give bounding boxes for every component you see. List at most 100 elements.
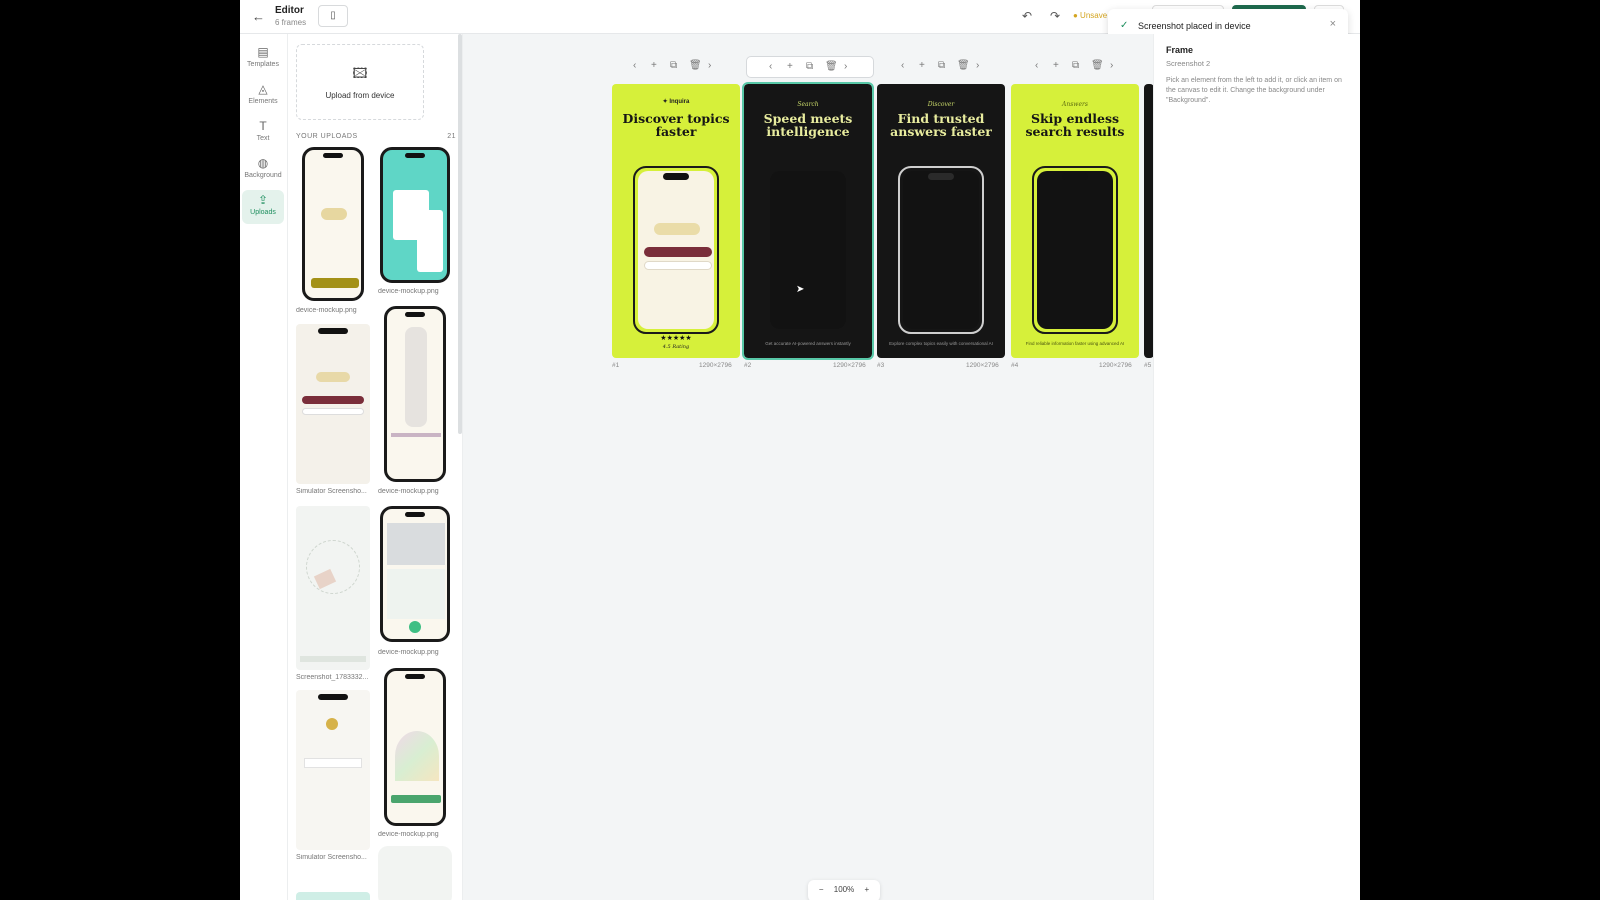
upload-thumbnail[interactable]	[378, 506, 452, 644]
frame-size: 1290×2796	[966, 362, 999, 369]
redo-icon[interactable]: ↷	[1050, 9, 1060, 23]
frame-toolbar: ‹ + ⧉ 🗑 ›	[1035, 56, 1125, 78]
zoom-value: 100%	[833, 885, 855, 894]
upload-thumbnail[interactable]	[378, 668, 452, 828]
frame-size: 1290×2796	[1099, 362, 1132, 369]
upload-label: Upload from device	[325, 91, 395, 100]
device-mockup[interactable]	[765, 166, 851, 334]
frame-headline[interactable]: Discover topics faster	[620, 112, 732, 138]
upload-caption: Simulator Screensho...	[296, 488, 367, 495]
upload-thumbnail[interactable]	[296, 690, 370, 850]
frame-kicker: Answers	[1062, 101, 1088, 108]
device-screen	[770, 171, 846, 329]
upload-thumbnail[interactable]	[296, 324, 370, 484]
frame-number: #4	[1011, 362, 1019, 369]
frame-headline[interactable]: Find trusted answers faster	[885, 112, 997, 138]
upload-from-device-button[interactable]: 🖾 Upload from device	[296, 44, 424, 120]
trash-icon[interactable]: 🗑	[957, 60, 970, 71]
frame-caption: Get accurate AI-powered answers instantl…	[765, 341, 851, 346]
plus-icon[interactable]: +	[1053, 60, 1059, 71]
frame-kicker: Discover	[927, 101, 955, 108]
chevron-right-icon[interactable]: ›	[976, 60, 979, 71]
frame-toolbar: ‹ + ⧉ 🗑 ›	[633, 56, 723, 78]
upload-caption: device-mockup.png	[378, 488, 439, 495]
duplicate-icon[interactable]: ⧉	[1072, 60, 1079, 71]
duplicate-icon[interactable]: ⧉	[938, 60, 945, 71]
upload-caption: Simulator Screensho...	[296, 854, 367, 861]
canvas[interactable]: ‹ + ⧉ 🗑 › ‹ + ⧉ 🗑 › ‹ + ⧉ 🗑 › ‹ + ⧉ 🗑 ›	[463, 34, 1154, 900]
zoom-out-icon[interactable]: −	[819, 885, 824, 894]
uploads-section-title: YOUR UPLOADS	[296, 133, 358, 140]
editor-app: ← Editor 6 frames ▯ ↶ ↷ ● Unsave ✓ Scree…	[240, 0, 1360, 900]
upload-icon: ⇪	[257, 193, 269, 207]
frame-caption: Find reliable information faster using a…	[1025, 341, 1125, 346]
trash-icon[interactable]: 🗑	[1091, 60, 1104, 71]
duplicate-icon[interactable]: ⧉	[806, 61, 813, 72]
rail-item-text[interactable]: T Text	[242, 116, 284, 150]
trash-icon[interactable]: 🗑	[825, 61, 838, 72]
templates-icon: ▤	[257, 45, 269, 59]
zoom-control[interactable]: − 100% +	[808, 880, 880, 900]
frame-2[interactable]: Search Speed meets intelligence Get accu…	[742, 82, 874, 360]
uploads-panel: 🖾 Upload from device YOUR UPLOADS 21 dev…	[288, 34, 463, 900]
device-mockup[interactable]	[898, 166, 984, 334]
rail-item-label: Text	[256, 135, 270, 142]
dynamic-island	[928, 173, 954, 180]
frame-count: 6 frames	[275, 18, 307, 27]
frame-number: #1	[612, 362, 620, 369]
plus-icon[interactable]: +	[651, 60, 657, 71]
frame-3[interactable]: Discover Find trusted answers faster Exp…	[877, 84, 1005, 358]
back-arrow-icon[interactable]: ←	[252, 9, 265, 24]
chevron-right-icon[interactable]: ›	[708, 60, 711, 71]
upload-thumbnail[interactable]	[296, 147, 370, 303]
upload-thumbnail[interactable]	[296, 892, 370, 900]
close-icon[interactable]: ×	[1330, 18, 1336, 30]
frame-caption: Explore complex topics easily with conve…	[889, 341, 993, 346]
rail-item-background[interactable]: ◍ Background	[242, 153, 284, 187]
frame-number: #3	[877, 362, 885, 369]
chevron-right-icon[interactable]: ›	[1110, 60, 1113, 71]
toast-message: Screenshot placed in device	[1138, 21, 1251, 31]
star-rating: ★★★★★	[660, 335, 692, 342]
toggle-sidebar-button[interactable]: ▯	[318, 5, 348, 27]
brand-logo: ✦ Inquira	[662, 99, 690, 105]
properties-help-text: Pick an element from the left to add it,…	[1166, 77, 1342, 104]
chevron-left-icon[interactable]: ‹	[1035, 60, 1038, 71]
frame-size: 1290×2796	[699, 362, 732, 369]
rail-item-label: Templates	[247, 61, 279, 68]
device-mockup[interactable]	[633, 166, 719, 334]
upload-thumbnail[interactable]	[378, 147, 452, 285]
frame-4[interactable]: Answers Skip endless search results Find…	[1011, 84, 1139, 358]
rail-item-uploads[interactable]: ⇪ Uploads	[242, 190, 284, 224]
upload-thumbnail[interactable]	[378, 846, 452, 900]
chevron-left-icon[interactable]: ‹	[769, 61, 772, 72]
device-screen	[903, 171, 979, 329]
chevron-left-icon[interactable]: ‹	[633, 60, 636, 71]
chevron-right-icon[interactable]: ›	[844, 61, 847, 72]
upload-thumbnail[interactable]	[296, 506, 370, 670]
chevron-left-icon[interactable]: ‹	[901, 60, 904, 71]
frame-headline[interactable]: Skip endless search results	[1019, 112, 1131, 138]
frame-number: #2	[744, 362, 752, 369]
device-mockup[interactable]	[1032, 166, 1118, 334]
elements-icon: ◬	[258, 82, 268, 96]
upload-thumbnail[interactable]	[378, 306, 452, 484]
plus-icon[interactable]: +	[787, 61, 793, 72]
duplicate-icon[interactable]: ⧉	[670, 60, 677, 71]
frame-headline[interactable]: Speed meets intelligence	[752, 112, 864, 138]
undo-icon[interactable]: ↶	[1022, 9, 1032, 23]
device-screen	[638, 171, 714, 329]
properties-heading: Frame	[1166, 45, 1194, 55]
rail-item-label: Background	[244, 172, 282, 179]
rail-item-elements[interactable]: ◬ Elements	[242, 79, 284, 113]
rail-item-templates[interactable]: ▤ Templates	[242, 42, 284, 76]
frame-1[interactable]: ✦ Inquira Discover topics faster ★★★★★ 4…	[612, 84, 740, 358]
zoom-in-icon[interactable]: +	[864, 885, 869, 894]
rail-item-label: Elements	[248, 98, 278, 105]
trash-icon[interactable]: 🗑	[689, 60, 702, 71]
plus-icon[interactable]: +	[919, 60, 925, 71]
upload-caption: device-mockup.png	[378, 831, 439, 838]
panel-scrollbar[interactable]	[458, 34, 462, 434]
rail-item-label: Uploads	[250, 209, 276, 216]
page-title: Editor	[275, 5, 304, 16]
